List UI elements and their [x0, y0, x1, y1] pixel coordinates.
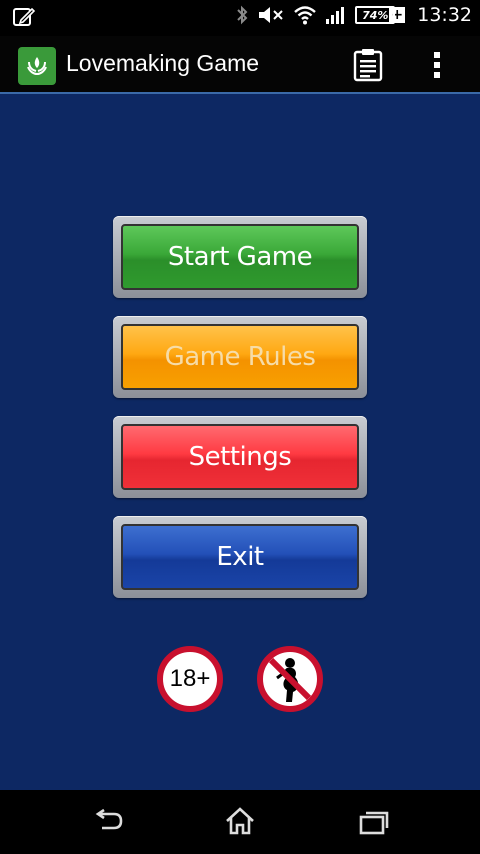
wifi-icon	[294, 6, 317, 25]
game-rules-button[interactable]: Game Rules	[121, 324, 359, 390]
age-restriction-label: 18+	[169, 665, 211, 692]
age-restriction-badge: 18+	[157, 646, 223, 712]
settings-button[interactable]: Settings	[121, 424, 359, 490]
status-icons: 74% + 13:32	[235, 4, 472, 26]
navigation-bar	[0, 790, 480, 854]
app-title: Lovemaking Game	[66, 50, 260, 76]
start-game-frame: Start Game	[113, 216, 367, 298]
recents-icon[interactable]	[358, 810, 390, 840]
battery-charging-icon: 74% +	[355, 6, 406, 24]
status-bar: 74% + 13:32	[0, 0, 480, 36]
no-pregnant-icon	[257, 646, 323, 712]
battery-percent: 74%	[362, 8, 389, 22]
settings-frame: Settings	[113, 416, 367, 498]
signal-icon	[326, 7, 345, 24]
overflow-menu-icon[interactable]	[432, 50, 442, 84]
action-bar: Lovemaking Game	[0, 36, 480, 94]
clock: 13:32	[417, 4, 472, 26]
home-icon[interactable]	[224, 806, 256, 840]
main-menu: Start Game Game Rules Settings Exit 18+	[0, 94, 480, 790]
exit-button[interactable]: Exit	[121, 524, 359, 590]
exit-frame: Exit	[113, 516, 367, 598]
screen: 74% + 13:32 Lovemaking Game Start Game G…	[0, 0, 480, 854]
clipboard-icon[interactable]	[352, 48, 384, 86]
game-rules-frame: Game Rules	[113, 316, 367, 398]
back-icon[interactable]	[92, 808, 124, 838]
battery-indicator: 74%	[355, 6, 396, 24]
mute-icon	[259, 7, 283, 23]
edit-notification-icon	[12, 6, 36, 32]
start-game-button[interactable]: Start Game	[121, 224, 359, 290]
app-icon[interactable]	[18, 47, 56, 85]
bluetooth-icon	[237, 5, 248, 25]
